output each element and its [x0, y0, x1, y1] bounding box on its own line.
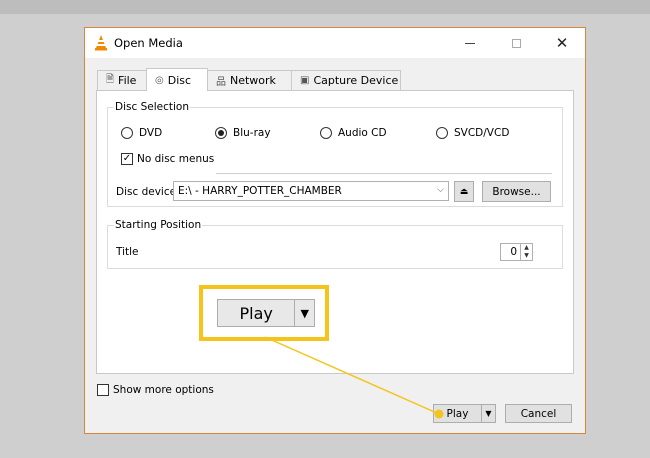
title-spinbox[interactable]: 0 ▲ ▼ [500, 243, 533, 261]
zoomed-play-label: Play [239, 303, 273, 323]
tab-disc[interactable]: ◎ Disc [146, 68, 208, 91]
close-button[interactable]: ✕ [539, 28, 585, 58]
tab-network[interactable]: 品 Network [207, 70, 292, 90]
disc-device-select[interactable]: E:\ - HARRY_POTTER_CHAMBER ⌵ [173, 181, 449, 201]
chevron-down-icon: ⌵ [437, 185, 444, 195]
disc-selection-group: Disc Selection DVD Blu-ray Audio CD SVCD… [107, 101, 563, 207]
vlc-cone-icon [95, 35, 107, 51]
radio-blu-ray[interactable]: Blu-ray [215, 127, 271, 139]
radio-button[interactable] [215, 127, 227, 139]
dropdown-arrow-icon: ▼ [294, 300, 314, 326]
tab-label: Disc [167, 73, 192, 87]
checkmark-icon: ✓ [122, 153, 132, 164]
checkbox-label: Show more options [113, 384, 214, 396]
radio-button[interactable] [121, 127, 133, 139]
file-icon: 🗎 [106, 74, 115, 85]
disc-device-value: E:\ - HARRY_POTTER_CHAMBER [178, 185, 342, 197]
spin-up-icon[interactable]: ▲ [521, 244, 532, 252]
minimize-icon [465, 42, 475, 44]
starting-position-label: Starting Position [114, 219, 203, 231]
dropdown-arrow-icon[interactable]: ▼ [481, 405, 495, 422]
minimize-button[interactable] [447, 28, 493, 58]
starting-position-group: Starting Position Title 0 ▲ ▼ [107, 219, 563, 269]
close-icon: ✕ [555, 33, 569, 52]
radio-label: DVD [139, 127, 163, 139]
checkbox[interactable] [97, 384, 109, 396]
tab-label: Network [230, 74, 276, 87]
window-title: Open Media [114, 36, 183, 50]
maximize-icon [511, 38, 521, 48]
radio-label: SVCD/VCD [454, 127, 510, 139]
title-value: 0 [510, 246, 517, 258]
radio-dvd[interactable]: DVD [121, 127, 162, 139]
play-button-callout: Play ▼ [199, 285, 329, 341]
spin-down-icon[interactable]: ▼ [521, 252, 532, 260]
browse-button[interactable]: Browse... [482, 181, 551, 202]
no-disc-menus-checkbox[interactable]: ✓ No disc menus [121, 153, 214, 165]
title-bar: Open Media ✕ [85, 28, 585, 58]
background-strip [0, 0, 650, 14]
capture-device-icon: ▣ [300, 75, 310, 86]
disc-selection-label: Disc Selection [114, 101, 190, 113]
maximize-button[interactable] [493, 28, 539, 58]
disc-panel: Disc Selection DVD Blu-ray Audio CD SVCD… [96, 90, 574, 374]
show-more-options-checkbox[interactable]: Show more options [97, 384, 214, 396]
checkbox[interactable]: ✓ [121, 153, 133, 165]
tab-capture-device[interactable]: ▣ Capture Device [291, 70, 401, 90]
open-media-dialog: Open Media ✕ 🗎 File ◎ Disc 品 Network ▣ C… [84, 27, 586, 434]
title-label: Title [116, 246, 139, 258]
cancel-button[interactable]: Cancel [505, 404, 572, 423]
spin-arrows[interactable]: ▲ ▼ [520, 244, 532, 260]
separator [216, 173, 552, 174]
network-icon: 品 [216, 77, 226, 88]
radio-label: Blu-ray [233, 127, 271, 139]
disc-icon: ◎ [155, 74, 164, 86]
radio-button[interactable] [436, 127, 448, 139]
disc-device-label: Disc device [116, 186, 177, 198]
play-button[interactable]: Play ▼ [433, 404, 496, 423]
zoomed-play-button: Play ▼ [217, 299, 315, 327]
tab-label: File [118, 74, 137, 87]
checkbox-label: No disc menus [137, 153, 215, 165]
radio-label: Audio CD [338, 127, 387, 139]
radio-button[interactable] [320, 127, 332, 139]
eject-button[interactable]: ⏏ [454, 181, 474, 202]
radio-audio-cd[interactable]: Audio CD [320, 127, 387, 139]
eject-icon: ⏏ [459, 186, 469, 197]
radio-svcd-vcd[interactable]: SVCD/VCD [436, 127, 509, 139]
play-button-label[interactable]: Play [434, 405, 481, 422]
tab-file[interactable]: 🗎 File [97, 70, 147, 90]
tab-label: Capture Device [313, 74, 399, 87]
